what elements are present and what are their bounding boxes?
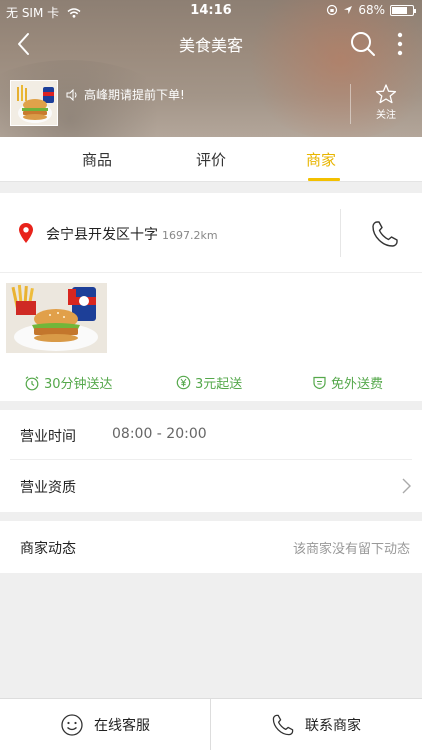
tab-products[interactable]: 商品 xyxy=(82,149,112,170)
merchant-news-label: 商家动态 xyxy=(20,541,76,557)
service-features: 30分钟送达 3元起送 免外送费 xyxy=(0,371,422,393)
location-pin-icon xyxy=(19,223,33,243)
speaker-icon xyxy=(66,88,77,101)
phone-icon xyxy=(272,714,294,736)
business-hours-value: 08:00 - 20:00 xyxy=(112,426,207,442)
status-right-group: 68% xyxy=(326,3,416,17)
divider xyxy=(340,209,341,257)
online-service-label: 在线客服 xyxy=(94,718,150,734)
status-bar: 无 SIM 卡 14:16 68% xyxy=(0,0,422,22)
business-license-row[interactable]: 营业资质 xyxy=(10,461,412,511)
feature-min-order: 3元起送 xyxy=(176,373,242,392)
address-line: 会宁县开发区十字 1697.2km xyxy=(46,224,218,244)
feature-label: 3元起送 xyxy=(195,377,243,392)
tab-bar: 商品 评价 商家 xyxy=(0,137,422,182)
merchant-address-card: 会宁县开发区十字 1697.2km 30分钟送达 3元起送 免外送费 xyxy=(0,193,422,401)
yuan-icon xyxy=(176,375,191,390)
business-license-label: 营业资质 xyxy=(20,480,76,496)
address-distance: 1697.2km xyxy=(162,229,218,242)
contact-merchant-label: 联系商家 xyxy=(305,718,361,734)
free-delivery-icon xyxy=(313,376,326,390)
shop-info-bar: 高峰期请提前下单! 关注 xyxy=(0,76,422,132)
follow-button[interactable]: 关注 xyxy=(366,84,406,121)
divider xyxy=(350,84,351,124)
battery-percent: 68% xyxy=(358,3,385,17)
merchant-news-value: 该商家没有留下动态 xyxy=(292,542,410,557)
merchant-news-row: 商家动态 该商家没有留下动态 xyxy=(0,521,422,573)
search-icon[interactable] xyxy=(348,29,378,59)
smiley-icon xyxy=(61,714,83,736)
business-hours-row: 营业时间 08:00 - 20:00 xyxy=(10,410,412,460)
merchant-photo[interactable] xyxy=(6,283,107,353)
shop-notice: 高峰期请提前下单! xyxy=(66,86,185,103)
chevron-right-icon xyxy=(402,478,411,494)
feature-label: 30分钟送达 xyxy=(44,377,113,392)
orientation-lock-icon xyxy=(327,4,338,16)
shop-header: 无 SIM 卡 14:16 68% 美食美客 高峰期请提前下单! 关注 xyxy=(0,0,422,137)
shop-notice-text: 高峰期请提前下单! xyxy=(84,88,185,102)
location-arrow-icon xyxy=(344,6,353,14)
tab-merchant[interactable]: 商家 xyxy=(306,149,336,170)
feature-delivery-time: 30分钟送达 xyxy=(24,373,113,392)
navigation-bar: 美食美客 xyxy=(0,22,422,66)
contact-merchant-button[interactable]: 联系商家 xyxy=(211,699,421,750)
star-outline-icon xyxy=(375,84,397,104)
bottom-action-bar: 在线客服 联系商家 xyxy=(0,698,422,750)
address-row[interactable]: 会宁县开发区十字 1697.2km xyxy=(0,193,422,273)
clock-icon xyxy=(25,375,39,390)
active-tab-indicator xyxy=(308,178,340,181)
more-options-icon[interactable] xyxy=(388,29,412,59)
feature-label: 免外送费 xyxy=(331,377,384,392)
phone-icon[interactable] xyxy=(370,219,400,249)
feature-free-delivery: 免外送费 xyxy=(312,373,383,392)
battery-icon xyxy=(390,4,416,16)
shop-thumbnail xyxy=(10,80,58,126)
tab-reviews[interactable]: 评价 xyxy=(196,149,226,170)
follow-label: 关注 xyxy=(376,110,396,121)
business-info-card: 营业时间 08:00 - 20:00 营业资质 xyxy=(0,410,422,512)
address-text: 会宁县开发区十字 xyxy=(46,227,158,243)
business-hours-label: 营业时间 xyxy=(20,429,76,445)
online-service-button[interactable]: 在线客服 xyxy=(0,699,210,750)
